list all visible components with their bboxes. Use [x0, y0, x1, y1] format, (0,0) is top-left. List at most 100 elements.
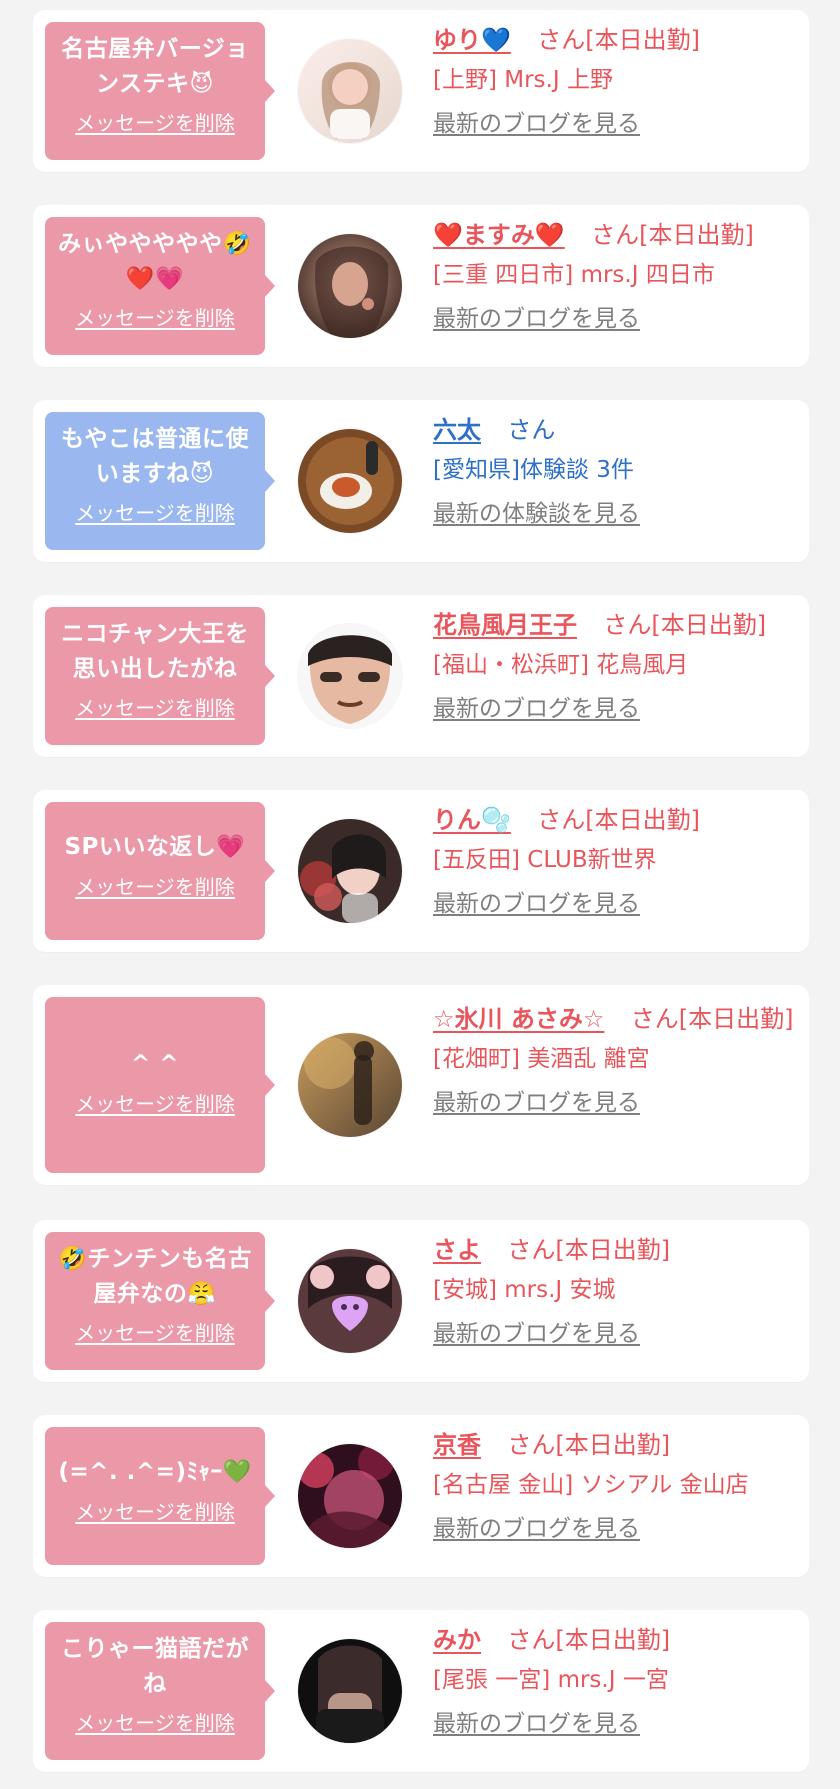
avatar[interactable]: [298, 234, 402, 338]
avatar-image: [298, 819, 402, 923]
message-bubble: もやこは普通に使 いますね😈 メッセージを削除: [45, 412, 275, 550]
avatar-image: [298, 1033, 402, 1137]
profile-name-line: ゆり💙 さん[本日出勤]: [433, 20, 803, 61]
profile-location: [福山・松浜町] 花鳥風月: [433, 651, 689, 678]
delete-message-link[interactable]: メッセージを削除: [75, 696, 235, 720]
message-text: みぃややややや🤣 ❤️💗: [58, 231, 252, 292]
latest-blog-link[interactable]: 最新のブログを見る: [433, 303, 640, 335]
message-bubble: (=^. .^=)ﾐｬｰ💚 メッセージを削除: [45, 1427, 275, 1565]
profile-location: [上野] Mrs.J 上野: [433, 66, 613, 93]
profile-status: さん[本日出勤]: [507, 1236, 671, 1264]
profile-status: さん[本日出勤]: [630, 1005, 794, 1033]
avatar-image: [298, 1444, 402, 1548]
profile-location: [花畑町] 美酒乱 離宮: [433, 1045, 650, 1072]
avatar[interactable]: [298, 1444, 402, 1548]
profile-name-link[interactable]: みか: [433, 1626, 481, 1654]
message-card: もやこは普通に使 いますね😈 メッセージを削除 六太 さん [愛知県]体験談 3…: [33, 400, 809, 562]
profile-status: さん[本日出勤]: [537, 806, 700, 834]
profile-status: さん[本日出勤]: [507, 1626, 671, 1654]
message-text: こりゃー猫語だが ね: [61, 1636, 249, 1697]
latest-blog-link[interactable]: 最新のブログを見る: [433, 1318, 640, 1350]
profile-info: ゆり💙 さん[本日出勤] [上野] Mrs.J 上野 最新のブログを見る: [433, 20, 803, 141]
delete-message-link[interactable]: メッセージを削除: [75, 306, 235, 330]
latest-blog-link[interactable]: 最新のブログを見る: [433, 693, 640, 725]
message-bubble: ニコチャン大王を 思い出したがね メッセージを削除: [45, 607, 275, 745]
message-bubble: みぃややややや🤣 ❤️💗 メッセージを削除: [45, 217, 275, 355]
message-text: (=^. .^=)ﾐｬｰ💚: [58, 1459, 252, 1485]
profile-name-line: 京香 さん[本日出勤]: [433, 1425, 803, 1466]
avatar[interactable]: [298, 429, 402, 533]
avatar-image: [298, 234, 402, 338]
latest-blog-link[interactable]: 最新のブログを見る: [433, 1513, 640, 1545]
message-card: みぃややややや🤣 ❤️💗 メッセージを削除 ❤️ますみ❤️ さん[本日出勤] […: [33, 205, 809, 367]
profile-location: [名古屋 金山] ソシアル 金山店: [433, 1471, 749, 1498]
avatar-image: [298, 1249, 402, 1353]
profile-name-link[interactable]: 六太: [433, 416, 481, 444]
profile-name-link[interactable]: さよ: [433, 1236, 481, 1264]
profile-location: [愛知県]体験談 3件: [433, 456, 634, 483]
profile-name-line: 花鳥風月王子 さん[本日出勤]: [433, 605, 803, 646]
message-card: ^ ^ メッセージを削除 ☆氷川 あさみ☆ さん[本日出勤] [花畑町] 美酒乱…: [33, 985, 809, 1185]
profile-status: さん[本日出勤]: [507, 1431, 671, 1459]
profile-name-line: みか さん[本日出勤]: [433, 1620, 803, 1661]
profile-location: [安城] mrs.J 安城: [433, 1276, 616, 1303]
profile-info: さよ さん[本日出勤] [安城] mrs.J 安城 最新のブログを見る: [433, 1230, 803, 1351]
latest-blog-link[interactable]: 最新のブログを見る: [433, 888, 640, 920]
message-bubble: SPいいな返し💗 メッセージを削除: [45, 802, 275, 940]
message-text: 名古屋弁バージョ ンステキ😈: [61, 36, 249, 97]
latest-blog-link[interactable]: 最新のブログを見る: [433, 1087, 640, 1119]
message-text: もやこは普通に使 いますね😈: [61, 426, 249, 487]
profile-name-link[interactable]: ☆氷川 あさみ☆: [433, 1005, 604, 1033]
delete-message-link[interactable]: メッセージを削除: [75, 1321, 235, 1345]
message-card: 名古屋弁バージョ ンステキ😈 メッセージを削除 ゆり💙 さん[本日出勤] [上野…: [33, 10, 809, 172]
latest-blog-link[interactable]: 最新のブログを見る: [433, 108, 640, 140]
profile-location: [三重 四日市] mrs.J 四日市: [433, 261, 715, 288]
message-card: 🤣チンチンも名古 屋弁なの😤 メッセージを削除 さよ さん[本日出勤] [安城]…: [33, 1220, 809, 1382]
avatar-image: [298, 1639, 402, 1743]
profile-name-link[interactable]: ❤️ますみ❤️: [433, 221, 565, 249]
avatar[interactable]: [298, 624, 402, 728]
avatar[interactable]: [298, 1033, 402, 1137]
message-text: ニコチャン大王を 思い出したがね: [61, 621, 249, 682]
profile-status: さん[本日出勤]: [603, 611, 767, 639]
profile-name-link[interactable]: 花鳥風月王子: [433, 611, 577, 639]
delete-message-link[interactable]: メッセージを削除: [75, 1711, 235, 1735]
profile-status: さん[本日出勤]: [537, 26, 700, 54]
avatar-image: [298, 429, 402, 533]
profile-info: みか さん[本日出勤] [尾張 一宮] mrs.J 一宮 最新のブログを見る: [433, 1620, 803, 1741]
delete-message-link[interactable]: メッセージを削除: [75, 875, 235, 899]
avatar[interactable]: [298, 39, 402, 143]
profile-info: 京香 さん[本日出勤] [名古屋 金山] ソシアル 金山店 最新のブログを見る: [433, 1425, 803, 1546]
profile-name-line: さよ さん[本日出勤]: [433, 1230, 803, 1271]
latest-experience-link[interactable]: 最新の体験談を見る: [433, 498, 640, 530]
profile-name-line: ❤️ますみ❤️ さん[本日出勤]: [433, 215, 803, 256]
profile-status: さん[本日出勤]: [591, 221, 754, 249]
profile-info: 六太 さん [愛知県]体験談 3件 最新の体験談を見る: [433, 410, 803, 531]
delete-message-link[interactable]: メッセージを削除: [75, 501, 235, 525]
profile-info: 花鳥風月王子 さん[本日出勤] [福山・松浜町] 花鳥風月 最新のブログを見る: [433, 605, 803, 726]
avatar-image: [298, 39, 402, 143]
message-card: (=^. .^=)ﾐｬｰ💚 メッセージを削除 京香 さん[本日出勤] [名古屋 …: [33, 1415, 809, 1577]
message-text: SPいいな返し💗: [64, 834, 246, 860]
message-list: 名古屋弁バージョ ンステキ😈 メッセージを削除 ゆり💙 さん[本日出勤] [上野…: [0, 0, 840, 1789]
delete-message-link[interactable]: メッセージを削除: [75, 1092, 235, 1116]
message-card: ニコチャン大王を 思い出したがね メッセージを削除 花鳥風月王子 さん[本日出勤…: [33, 595, 809, 757]
profile-info: ❤️ますみ❤️ さん[本日出勤] [三重 四日市] mrs.J 四日市 最新のブ…: [433, 215, 803, 336]
profile-info: りん🫧 さん[本日出勤] [五反田] CLUB新世界 最新のブログを見る: [433, 800, 803, 921]
avatar-image: [298, 624, 402, 728]
profile-name-link[interactable]: りん🫧: [433, 806, 511, 834]
message-bubble: ^ ^ メッセージを削除: [45, 997, 275, 1173]
message-bubble: 名古屋弁バージョ ンステキ😈 メッセージを削除: [45, 22, 275, 160]
delete-message-link[interactable]: メッセージを削除: [75, 111, 235, 135]
profile-name-line: 六太 さん: [433, 410, 803, 451]
profile-name-link[interactable]: ゆり💙: [433, 26, 511, 54]
message-bubble: 🤣チンチンも名古 屋弁なの😤 メッセージを削除: [45, 1232, 275, 1370]
profile-name-link[interactable]: 京香: [433, 1431, 481, 1459]
profile-location: [五反田] CLUB新世界: [433, 846, 657, 873]
message-bubble: こりゃー猫語だが ね メッセージを削除: [45, 1622, 275, 1760]
avatar[interactable]: [298, 819, 402, 923]
delete-message-link[interactable]: メッセージを削除: [75, 1500, 235, 1524]
avatar[interactable]: [298, 1639, 402, 1743]
latest-blog-link[interactable]: 最新のブログを見る: [433, 1708, 640, 1740]
avatar[interactable]: [298, 1249, 402, 1353]
